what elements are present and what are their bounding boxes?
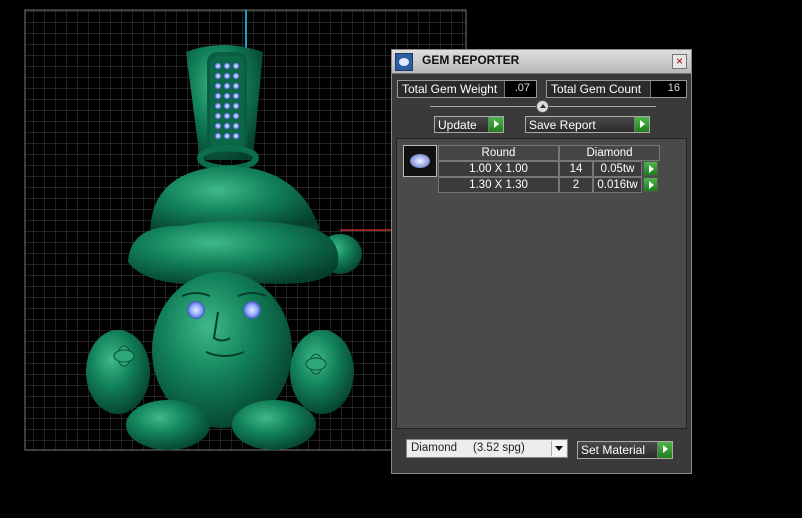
row-2-select-arrow-icon[interactable] [643, 177, 658, 192]
panel-titlebar[interactable]: GEM REPORTER × [392, 50, 691, 74]
material-select[interactable]: Diamond (3.52 spg) [406, 439, 568, 458]
save-report-button[interactable]: Save Report [525, 116, 650, 133]
green-arrow-icon [634, 117, 649, 132]
update-button[interactable]: Update [434, 116, 504, 133]
gem-reporter-icon [395, 53, 413, 71]
set-material-button[interactable]: Set Material [577, 441, 673, 459]
row-2-size: 1.30 X 1.30 [438, 177, 559, 193]
total-gem-count-label: Total Gem Count [551, 82, 642, 96]
close-button[interactable]: × [672, 54, 687, 69]
row-1-select-arrow-icon[interactable] [643, 161, 658, 176]
total-gem-count-field: Total Gem Count 16 [546, 80, 687, 98]
column-header-material: Diamond [559, 145, 660, 161]
total-gem-count-value: 16 [650, 81, 686, 97]
panel-title: GEM REPORTER [422, 53, 520, 67]
column-header-shape: Round [438, 145, 559, 161]
green-arrow-icon [657, 442, 672, 458]
row-1-weight: 0.05tw [593, 161, 642, 177]
gem-report-area: Round Diamond 1.00 X 1.00 14 0.05tw 1.30… [396, 138, 687, 429]
collapse-toggle[interactable] [536, 100, 549, 113]
total-gem-weight-label: Total Gem Weight [402, 82, 498, 96]
update-button-label: Update [438, 118, 477, 132]
total-gem-weight-field: Total Gem Weight .07 [397, 80, 537, 98]
round-gem-icon[interactable] [403, 145, 437, 177]
save-report-button-label: Save Report [529, 118, 596, 132]
row-1-size: 1.00 X 1.00 [438, 161, 559, 177]
row-1-count: 14 [559, 161, 593, 177]
total-gem-weight-value: .07 [504, 81, 536, 97]
material-select-value: Diamond (3.52 spg) [411, 442, 525, 454]
row-2-weight: 0.016tw [593, 177, 642, 193]
chevron-down-icon[interactable] [551, 441, 566, 456]
set-material-button-label: Set Material [581, 443, 646, 457]
green-arrow-icon [488, 117, 503, 132]
gem-reporter-panel: GEM REPORTER × Total Gem Weight .07 Tota… [391, 49, 692, 474]
row-2-count: 2 [559, 177, 593, 193]
